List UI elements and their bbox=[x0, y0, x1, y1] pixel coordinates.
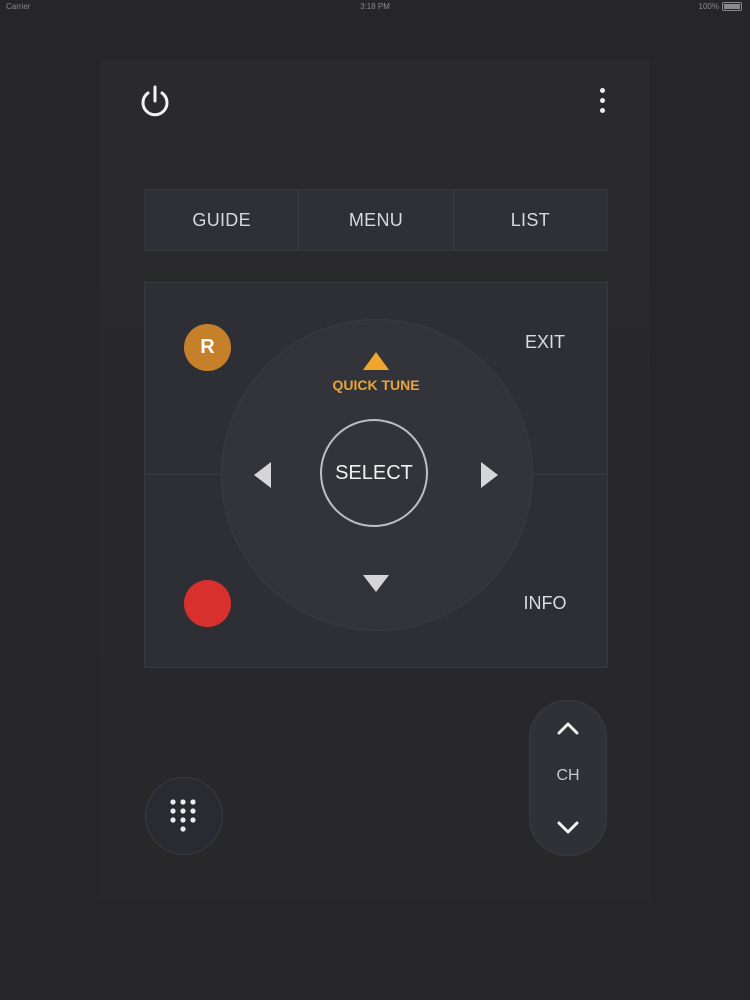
exit-button[interactable]: EXIT bbox=[505, 327, 585, 357]
r-button[interactable]: R bbox=[184, 324, 231, 371]
channel-down-button[interactable] bbox=[548, 807, 588, 847]
list-button[interactable]: LIST bbox=[454, 190, 607, 250]
triangle-down-icon bbox=[363, 575, 389, 592]
dpad-panel: R EXIT INFO QUICK TUNE SELECT bbox=[144, 282, 608, 668]
battery-indicator: 100% bbox=[699, 2, 742, 11]
status-time: 3:18 PM bbox=[360, 2, 390, 11]
power-button[interactable] bbox=[136, 82, 174, 120]
select-button[interactable]: SELECT bbox=[320, 419, 428, 527]
battery-icon bbox=[722, 2, 742, 11]
chevron-up-icon bbox=[557, 722, 579, 735]
status-bar: Carrier 3:18 PM 100% bbox=[0, 0, 750, 14]
quick-tune-button[interactable]: QUICK TUNE bbox=[306, 348, 446, 398]
power-icon bbox=[141, 85, 169, 117]
triangle-up-icon bbox=[363, 352, 389, 370]
channel-up-button[interactable] bbox=[548, 709, 588, 749]
channel-rocker: CH bbox=[529, 700, 607, 856]
more-dot bbox=[600, 108, 605, 113]
dpad-right-button[interactable] bbox=[471, 457, 507, 493]
triangle-right-icon bbox=[481, 462, 498, 488]
triangle-left-icon bbox=[254, 462, 271, 488]
battery-percent: 100% bbox=[698, 2, 719, 11]
keypad-icon bbox=[170, 799, 196, 832]
quick-tune-label: QUICK TUNE bbox=[332, 377, 420, 393]
dpad-down-button[interactable] bbox=[358, 569, 394, 599]
more-dot bbox=[600, 98, 605, 103]
guide-button[interactable]: GUIDE bbox=[145, 190, 300, 250]
chevron-down-icon bbox=[557, 821, 579, 834]
channel-label: CH bbox=[556, 767, 580, 784]
dpad-left-button[interactable] bbox=[245, 457, 281, 493]
menu-button[interactable]: MENU bbox=[299, 190, 454, 250]
info-button[interactable]: INFO bbox=[505, 588, 585, 618]
top-button-row: GUIDE MENU LIST bbox=[144, 189, 608, 251]
more-options-button[interactable] bbox=[590, 84, 614, 118]
record-button[interactable] bbox=[184, 580, 231, 627]
more-vertical-icon bbox=[600, 88, 605, 93]
keypad-button[interactable] bbox=[145, 777, 223, 855]
